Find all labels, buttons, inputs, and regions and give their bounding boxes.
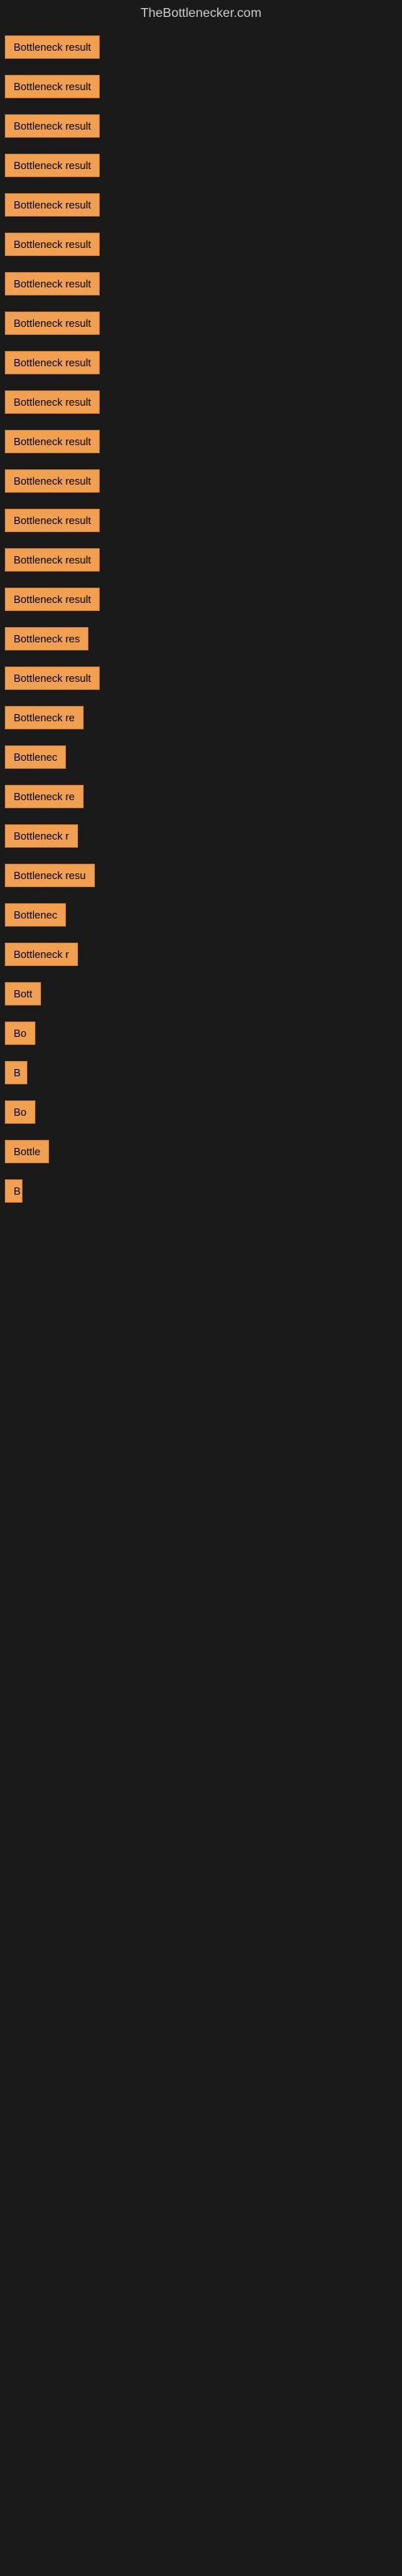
list-item: Bottleneck res bbox=[0, 619, 402, 658]
bottleneck-result-badge[interactable]: Bottleneck r bbox=[5, 824, 78, 848]
bottleneck-result-badge[interactable]: Bottleneck result bbox=[5, 272, 100, 295]
list-item: Bottleneck re bbox=[0, 777, 402, 816]
bottleneck-result-badge[interactable]: Bottleneck result bbox=[5, 430, 100, 453]
bottleneck-result-badge[interactable]: Bottleneck re bbox=[5, 706, 84, 729]
bottleneck-result-badge[interactable]: Bottleneck result bbox=[5, 193, 100, 217]
list-item: Bottleneck result bbox=[0, 185, 402, 225]
bottleneck-result-badge[interactable]: Bottlenec bbox=[5, 903, 66, 927]
list-item: Bottleneck result bbox=[0, 382, 402, 422]
list-item: Bottleneck result bbox=[0, 501, 402, 540]
bottleneck-result-badge[interactable]: Bottleneck result bbox=[5, 114, 100, 138]
bottleneck-result-badge[interactable]: Bottleneck result bbox=[5, 548, 100, 572]
bottleneck-result-badge[interactable]: Bottleneck result bbox=[5, 509, 100, 532]
list-item: Bottleneck result bbox=[0, 422, 402, 461]
bottleneck-result-badge[interactable]: Bottleneck result bbox=[5, 75, 100, 98]
list-item: Bottleneck r bbox=[0, 935, 402, 974]
list-item: Bottleneck re bbox=[0, 698, 402, 737]
list-item: Bottleneck result bbox=[0, 540, 402, 580]
bottleneck-result-badge[interactable]: Bottleneck result bbox=[5, 312, 100, 335]
list-item: Bottleneck result bbox=[0, 461, 402, 501]
list-item: Bo bbox=[0, 1092, 402, 1132]
list-item: Bottleneck result bbox=[0, 343, 402, 382]
bottleneck-result-badge[interactable]: Bo bbox=[5, 1022, 35, 1045]
list-item: Bo bbox=[0, 1013, 402, 1053]
bottleneck-result-badge[interactable]: Bottleneck re bbox=[5, 785, 84, 808]
bottleneck-result-badge[interactable]: Bottleneck res bbox=[5, 627, 88, 650]
list-item: Bottle bbox=[0, 1132, 402, 1171]
bottleneck-result-badge[interactable]: B bbox=[5, 1061, 27, 1084]
bottleneck-result-badge[interactable]: Bottleneck result bbox=[5, 154, 100, 177]
bottleneck-result-badge[interactable]: Bottleneck result bbox=[5, 588, 100, 611]
list-item: Bottlenec bbox=[0, 737, 402, 777]
bottleneck-result-badge[interactable]: Bott bbox=[5, 982, 41, 1005]
list-item: Bottleneck result bbox=[0, 580, 402, 619]
list-item: Bottleneck result bbox=[0, 225, 402, 264]
bottleneck-result-badge[interactable]: Bo bbox=[5, 1100, 35, 1124]
bottleneck-result-badge[interactable]: Bottleneck r bbox=[5, 943, 78, 966]
list-item: Bottleneck result bbox=[0, 67, 402, 106]
list-item: Bottleneck result bbox=[0, 146, 402, 185]
bottleneck-result-badge[interactable]: Bottleneck result bbox=[5, 35, 100, 59]
list-item: Bottleneck result bbox=[0, 106, 402, 146]
list-item: B bbox=[0, 1053, 402, 1092]
list-item: Bottleneck resu bbox=[0, 856, 402, 895]
list-item: Bottleneck r bbox=[0, 816, 402, 856]
bottleneck-result-badge[interactable]: Bottleneck result bbox=[5, 233, 100, 256]
list-item: Bottleneck result bbox=[0, 658, 402, 698]
bottleneck-result-badge[interactable]: Bottleneck result bbox=[5, 351, 100, 374]
list-item: Bottleneck result bbox=[0, 303, 402, 343]
list-item: B bbox=[0, 1171, 402, 1211]
list-item: Bott bbox=[0, 974, 402, 1013]
bottleneck-result-badge[interactable]: Bottleneck result bbox=[5, 390, 100, 414]
bottleneck-result-badge[interactable]: B bbox=[5, 1179, 23, 1203]
bottleneck-result-badge[interactable]: Bottle bbox=[5, 1140, 49, 1163]
bottleneck-result-badge[interactable]: Bottleneck resu bbox=[5, 864, 95, 887]
list-item: Bottleneck result bbox=[0, 27, 402, 67]
bottleneck-result-badge[interactable]: Bottlenec bbox=[5, 745, 66, 769]
bottleneck-result-badge[interactable]: Bottleneck result bbox=[5, 469, 100, 493]
bottleneck-result-badge[interactable]: Bottleneck result bbox=[5, 667, 100, 690]
list-item: Bottlenec bbox=[0, 895, 402, 935]
list-item: Bottleneck result bbox=[0, 264, 402, 303]
page-title: TheBottlenecker.com bbox=[0, 0, 402, 27]
